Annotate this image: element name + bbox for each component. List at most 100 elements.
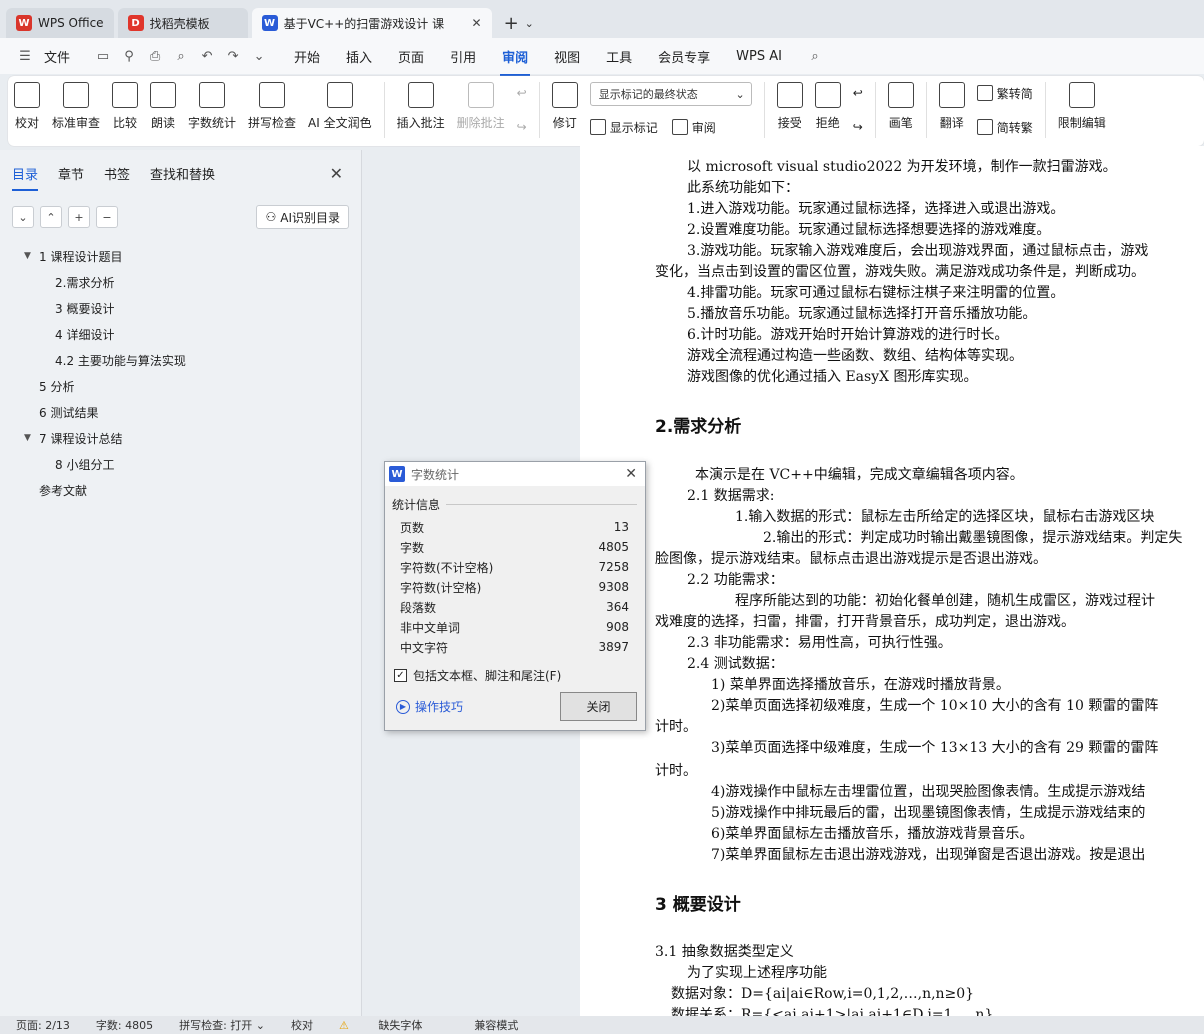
menu-reference[interactable]: 引用 xyxy=(446,43,480,70)
spell-check-indicator[interactable]: 拼写检查: 打开 ⌄ xyxy=(179,1017,265,1033)
new-tab-button[interactable]: + ⌄ xyxy=(496,8,542,38)
word-count-indicator[interactable]: 字数: 4805 xyxy=(96,1017,153,1033)
toc-item[interactable]: 5 分析 xyxy=(0,373,361,399)
print-icon[interactable]: ⎙ xyxy=(144,49,166,64)
expand-icon[interactable]: ⌄ xyxy=(12,206,34,228)
button-label: 翻译 xyxy=(939,116,964,130)
tab-find-replace[interactable]: 查找和替换 xyxy=(150,164,215,191)
button-label: 字数统计 xyxy=(188,116,237,130)
menu-view[interactable]: 视图 xyxy=(550,43,584,70)
ai-toc-button[interactable]: ⚇ AI识别目录 xyxy=(256,205,349,229)
revise-button[interactable]: 修订 xyxy=(551,82,578,131)
proofread-indicator[interactable]: 校对 xyxy=(291,1017,313,1033)
toc-item[interactable]: ▼ 1 课程设计题目 xyxy=(0,243,361,269)
prev-comment-icon[interactable]: ↩ xyxy=(517,82,527,104)
document-page[interactable]: 以 microsoft visual studio2022 为开发环境，制作一款… xyxy=(580,146,1204,1016)
doc-line: 计时。 xyxy=(655,763,697,779)
tab-bookmark[interactable]: 书签 xyxy=(104,164,130,191)
proofread-button[interactable]: 校对 xyxy=(14,82,40,131)
document-check-icon xyxy=(63,82,89,108)
reject-button[interactable]: 拒绝 xyxy=(814,82,841,131)
toc-item[interactable]: 参考文献 xyxy=(0,477,361,503)
menu-page[interactable]: 页面 xyxy=(394,43,428,70)
toc-item-label: 2.需求分析 xyxy=(55,275,115,290)
menu-member[interactable]: 会员专享 xyxy=(654,43,714,70)
next-change-icon[interactable]: ↪ xyxy=(853,116,863,138)
toc-item[interactable]: 2.需求分析 xyxy=(0,269,361,295)
menu-icon[interactable]: ☰ xyxy=(14,49,36,64)
menu-tools[interactable]: 工具 xyxy=(602,43,636,70)
menu-insert[interactable]: 插入 xyxy=(342,43,376,70)
spell-check-button[interactable]: 拼写检查 xyxy=(248,82,296,131)
translate-button[interactable]: 翻译 xyxy=(938,82,965,131)
button-label: 画笔 xyxy=(888,116,913,130)
menu-start[interactable]: 开始 xyxy=(290,43,324,70)
include-textbox-checkbox[interactable]: ✓ 包括文本框、脚注和尾注(F) xyxy=(385,657,645,684)
triangle-down-icon[interactable]: ▼ xyxy=(24,433,36,443)
writer-logo-icon: W xyxy=(261,15,278,31)
doc-line: 2.2 功能需求： xyxy=(687,572,784,588)
divider xyxy=(538,82,540,138)
to-simplified-button[interactable]: 简转繁 xyxy=(976,116,1033,138)
close-icon[interactable]: ✕ xyxy=(464,16,482,30)
save-icon[interactable]: ▭ xyxy=(92,49,114,64)
tab-wps-office[interactable]: W WPS Office xyxy=(6,8,114,38)
more-icon[interactable]: ⌄ xyxy=(248,49,270,64)
tab-toc[interactable]: 目录 xyxy=(12,164,39,191)
to-traditional-button[interactable]: 繁转简 xyxy=(976,82,1033,104)
prev-change-icon[interactable]: ↩ xyxy=(853,82,863,104)
minus-icon[interactable]: − xyxy=(96,206,118,228)
collapse-icon[interactable]: ⌃ xyxy=(40,206,62,228)
page-indicator[interactable]: 页面: 2/13 xyxy=(16,1017,70,1033)
toc-item[interactable]: 4 详细设计 xyxy=(0,321,361,347)
toc-item[interactable]: 6 测试结果 xyxy=(0,399,361,425)
restrict-edit-button[interactable]: 限制编辑 xyxy=(1058,82,1106,131)
accept-button[interactable]: 接受 xyxy=(776,82,803,131)
comment-add-icon xyxy=(407,82,434,108)
insert-comment-button[interactable]: 插入批注 xyxy=(397,82,445,131)
standard-review-button[interactable]: 标准审查 xyxy=(52,82,100,131)
close-button[interactable]: 关闭 xyxy=(560,692,637,721)
delete-comment-button[interactable]: 删除批注 xyxy=(457,82,505,131)
undo-icon[interactable]: ↶ xyxy=(196,49,218,64)
close-icon[interactable]: ✕ xyxy=(330,164,343,191)
toc-item[interactable]: 4.2 主要功能与算法实现 xyxy=(0,347,361,373)
read-aloud-button[interactable]: 朗读 xyxy=(150,82,177,131)
toc-item[interactable]: 8 小组分工 xyxy=(0,451,361,477)
missing-font-indicator[interactable]: ⚠ 缺失字体 xyxy=(339,1017,448,1033)
menu-review[interactable]: 审阅 xyxy=(498,43,532,76)
stat-label: 字符数(不计空格) xyxy=(400,560,494,575)
close-icon[interactable]: ✕ xyxy=(625,466,637,482)
menu-wps-ai[interactable]: WPS AI xyxy=(732,45,786,68)
search-icon[interactable]: ⌕ xyxy=(804,49,826,64)
doc-line: 脸图像，提示游戏结束。鼠标点击退出游戏提示是否退出游戏。 xyxy=(655,551,1047,567)
doc-line: 游戏图像的优化通过插入 EasyX 图形库实现。 xyxy=(687,369,978,385)
ai-polish-button[interactable]: AI 全文润色 xyxy=(308,82,372,131)
toc-item[interactable]: 3 概要设计 xyxy=(0,295,361,321)
print-preview-icon[interactable]: ⌕ xyxy=(170,49,192,64)
link-icon[interactable]: ⚲ xyxy=(118,49,140,64)
stat-label: 中文字符 xyxy=(400,640,449,655)
show-markup-button[interactable]: 显示标记 xyxy=(589,116,658,138)
tab-chapter[interactable]: 章节 xyxy=(58,164,84,191)
tab-document[interactable]: W 基于VC++的扫雷游戏设计 课 ✕ xyxy=(251,8,492,38)
review-pane-button[interactable]: 审阅 xyxy=(671,116,716,138)
doc-line: 3.1 抽象数据类型定义 xyxy=(655,944,794,960)
tab-template[interactable]: D 找稻壳模板 xyxy=(117,8,248,38)
next-comment-icon[interactable]: ↪ xyxy=(517,116,527,138)
toc-item[interactable]: ▼ 7 课程设计总结 xyxy=(0,425,361,451)
chevron-down-icon[interactable]: ⌄ xyxy=(525,17,534,30)
word-count-icon xyxy=(199,82,226,108)
add-icon[interactable]: + xyxy=(68,206,90,228)
redo-icon[interactable]: ↷ xyxy=(222,49,244,64)
compare-button[interactable]: 比较 xyxy=(112,82,139,131)
doc-line: 3.游戏功能。玩家输入游戏难度后，会出现游戏界面，通过鼠标点击，游戏 xyxy=(687,243,1149,259)
markup-select[interactable]: 显示标记的最终状态 ⌄ xyxy=(589,82,752,106)
toc-item-label: 3 概要设计 xyxy=(55,301,115,316)
pen-button[interactable]: 画笔 xyxy=(887,82,914,131)
menu-file[interactable]: 文件 xyxy=(40,43,74,70)
word-count-button[interactable]: 字数统计 xyxy=(188,82,236,131)
tips-link[interactable]: ▶ 操作技巧 xyxy=(396,698,463,715)
triangle-down-icon[interactable]: ▼ xyxy=(24,251,36,261)
button-label: 标准审查 xyxy=(52,116,101,130)
